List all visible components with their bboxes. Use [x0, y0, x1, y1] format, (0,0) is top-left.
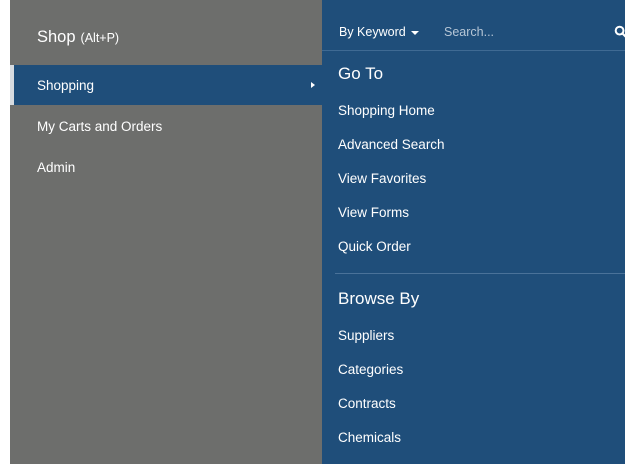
search-icon[interactable] [614, 25, 625, 39]
link-quick-order[interactable]: Quick Order [338, 239, 411, 254]
link-chemicals[interactable]: Chemicals [338, 430, 401, 445]
search-bar: By Keyword [322, 0, 625, 51]
nav-item-label: Shopping [37, 77, 95, 93]
link-contracts[interactable]: Contracts [338, 396, 396, 411]
browse-heading: Browse By [338, 289, 420, 308]
menu-shortcut-hint: (Alt+P) [80, 31, 120, 45]
link-view-forms[interactable]: View Forms [338, 205, 409, 220]
chevron-right-icon [311, 82, 315, 88]
page-edge [0, 0, 10, 464]
nav-item-my-carts-and-orders[interactable]: My Carts and Orders [10, 106, 322, 146]
nav-item-label: My Carts and Orders [37, 118, 163, 134]
nav-item-admin[interactable]: Admin [10, 147, 322, 187]
section-divider [335, 273, 625, 274]
link-advanced-search[interactable]: Advanced Search [338, 137, 445, 152]
goto-heading: Go To [338, 64, 384, 83]
caret-down-icon [410, 30, 419, 35]
link-suppliers[interactable]: Suppliers [338, 328, 394, 343]
menu-title-text: Shop [37, 28, 76, 46]
nav-item-shopping[interactable]: Shopping [10, 65, 322, 105]
link-categories[interactable]: Categories [338, 362, 403, 377]
submenu-panel: By Keyword Go To Shopping Home Advanced … [322, 0, 625, 464]
main-menu-panel: Shop (Alt+P) Shopping My Carts and Order… [10, 0, 322, 464]
search-mode-label: By Keyword [339, 25, 406, 39]
search-input[interactable] [444, 21, 604, 43]
search-mode-dropdown[interactable]: By Keyword [339, 25, 419, 39]
menu-title: Shop (Alt+P) [37, 28, 119, 52]
link-shopping-home[interactable]: Shopping Home [338, 103, 435, 118]
link-view-favorites[interactable]: View Favorites [338, 171, 426, 186]
nav-item-label: Admin [37, 159, 76, 175]
